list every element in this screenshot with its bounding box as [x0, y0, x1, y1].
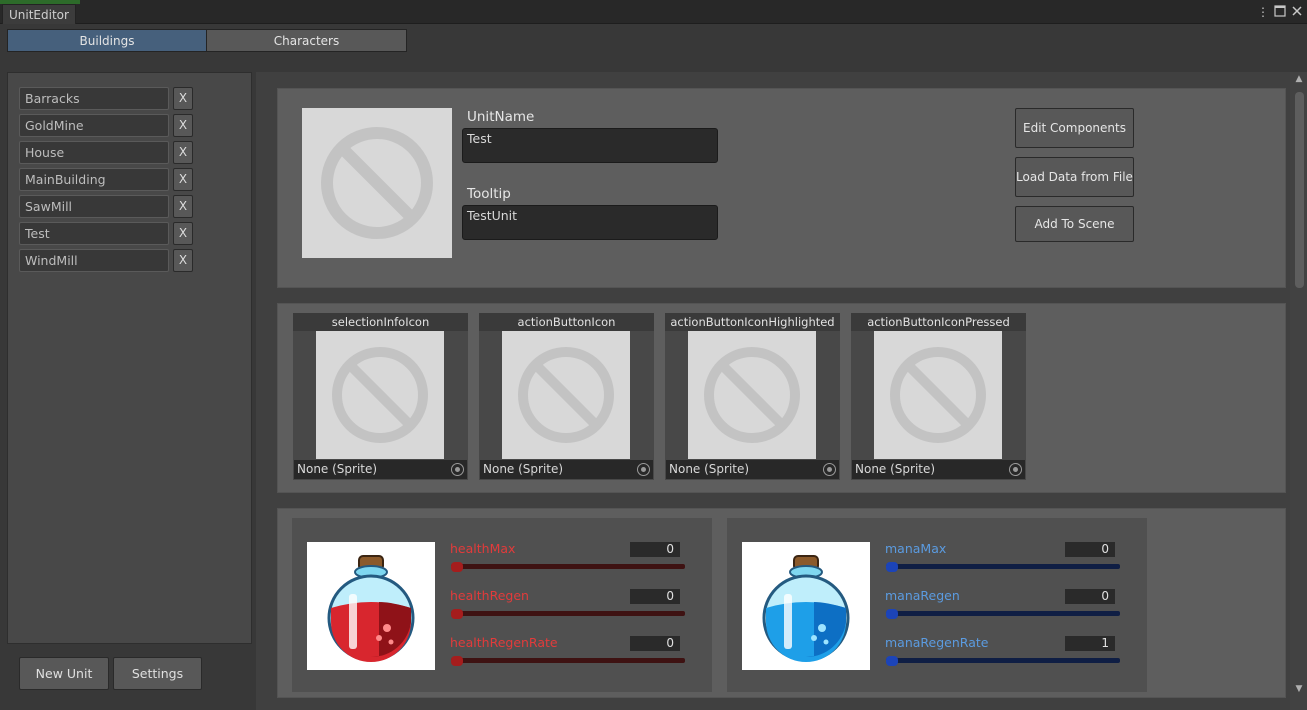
remove-unit-button[interactable]: X [173, 222, 193, 245]
tab-characters[interactable]: Characters [206, 29, 407, 52]
object-picker-icon[interactable] [823, 463, 836, 476]
load-data-button[interactable]: Load Data from File [1015, 157, 1134, 197]
mana-regen-field[interactable]: 0 [1065, 589, 1115, 604]
unit-item-sawmill[interactable]: SawMill [19, 195, 169, 218]
scroll-up-icon[interactable]: ▲ [1293, 74, 1305, 86]
health-regen-slider[interactable] [451, 611, 685, 616]
remove-unit-button[interactable]: X [173, 195, 193, 218]
add-to-scene-button[interactable]: Add To Scene [1015, 206, 1134, 242]
sprite-object-field[interactable]: None (Sprite) [480, 460, 653, 479]
health-regen-slider-handle[interactable] [451, 609, 463, 619]
close-icon[interactable] [1290, 5, 1304, 19]
window-tab[interactable]: UnitEditor [2, 4, 76, 24]
sprite-label: selectionInfoIcon [293, 313, 468, 331]
unit-item-windmill[interactable]: WindMill [19, 249, 169, 272]
sprite-label: actionButtonIconPressed [851, 313, 1026, 331]
window-title: UnitEditor [9, 7, 69, 22]
sprite-preview[interactable] [688, 331, 816, 459]
mana-regen-rate-slider-handle[interactable] [886, 656, 898, 666]
unit-item-barracks[interactable]: Barracks [19, 87, 169, 110]
sprite-label: actionButtonIconHighlighted [665, 313, 840, 331]
object-picker-icon[interactable] [1009, 463, 1022, 476]
window-menu-icon[interactable]: ⋮ [1256, 5, 1270, 19]
health-max-slider[interactable] [451, 564, 685, 569]
sprite-preview[interactable] [502, 331, 630, 459]
settings-button[interactable]: Settings [113, 657, 202, 690]
unit-item-house[interactable]: House [19, 141, 169, 164]
remove-unit-button[interactable]: X [173, 141, 193, 164]
mana-regen-slider-handle[interactable] [886, 609, 898, 619]
window-titlebar [0, 0, 1307, 24]
mana-max-slider[interactable] [886, 564, 1120, 569]
remove-unit-button[interactable]: X [173, 249, 193, 272]
new-unit-button[interactable]: New Unit [19, 657, 109, 690]
maximize-icon[interactable] [1273, 5, 1287, 19]
health-max-field[interactable]: 0 [630, 542, 680, 557]
scrollbar-thumb[interactable] [1295, 92, 1304, 288]
none-placeholder-icon [704, 347, 800, 443]
mana-regen-slider[interactable] [886, 611, 1120, 616]
sprite-slot: actionButtonIconPressed None (Sprite) [851, 313, 1026, 480]
tab-buildings[interactable]: Buildings [7, 29, 207, 52]
blue-potion-icon [742, 542, 870, 670]
sprite-preview[interactable] [874, 331, 1002, 459]
health-regen-field[interactable]: 0 [630, 589, 680, 604]
none-placeholder-icon [890, 347, 986, 443]
health-regen-label: healthRegen [450, 588, 529, 603]
mana-max-field[interactable]: 0 [1065, 542, 1115, 557]
sprite-label: actionButtonIcon [479, 313, 654, 331]
remove-unit-button[interactable]: X [173, 114, 193, 137]
object-picker-icon[interactable] [451, 463, 464, 476]
sprite-object-field[interactable]: None (Sprite) [666, 460, 839, 479]
health-regen-rate-slider[interactable] [451, 658, 685, 663]
sprite-object-field[interactable]: None (Sprite) [294, 460, 467, 479]
red-potion-icon [307, 542, 435, 670]
unit-name-field[interactable]: Test [462, 128, 718, 163]
unit-image[interactable] [302, 108, 452, 258]
sprite-slot: selectionInfoIcon None (Sprite) [293, 313, 468, 480]
object-picker-icon[interactable] [637, 463, 650, 476]
remove-unit-button[interactable]: X [173, 87, 193, 110]
mana-max-label: manaMax [885, 541, 947, 556]
health-max-slider-handle[interactable] [451, 562, 463, 572]
none-placeholder-icon [518, 347, 614, 443]
edit-components-button[interactable]: Edit Components [1015, 108, 1134, 148]
none-placeholder-icon [332, 347, 428, 443]
sprite-preview[interactable] [316, 331, 444, 459]
health-regen-rate-slider-handle[interactable] [451, 656, 463, 666]
remove-unit-button[interactable]: X [173, 168, 193, 191]
unit-item-goldmine[interactable]: GoldMine [19, 114, 169, 137]
sprite-slot: actionButtonIcon None (Sprite) [479, 313, 654, 480]
mana-regen-rate-field[interactable]: 1 [1065, 636, 1115, 651]
mana-max-slider-handle[interactable] [886, 562, 898, 572]
mana-regen-rate-label: manaRegenRate [885, 635, 989, 650]
mana-regen-rate-slider[interactable] [886, 658, 1120, 663]
none-placeholder-icon [321, 127, 433, 239]
mana-regen-label: manaRegen [885, 588, 960, 603]
scroll-down-icon[interactable]: ▼ [1293, 684, 1305, 696]
unit-name-label: UnitName [467, 109, 535, 125]
tooltip-label: Tooltip [467, 186, 511, 202]
health-max-label: healthMax [450, 541, 516, 556]
sprite-slot: actionButtonIconHighlighted None (Sprite… [665, 313, 840, 480]
unit-item-mainbuilding[interactable]: MainBuilding [19, 168, 169, 191]
sprite-object-field[interactable]: None (Sprite) [852, 460, 1025, 479]
health-regen-rate-label: healthRegenRate [450, 635, 558, 650]
tooltip-field[interactable]: TestUnit [462, 205, 718, 240]
unit-item-test[interactable]: Test [19, 222, 169, 245]
health-regen-rate-field[interactable]: 0 [630, 636, 680, 651]
